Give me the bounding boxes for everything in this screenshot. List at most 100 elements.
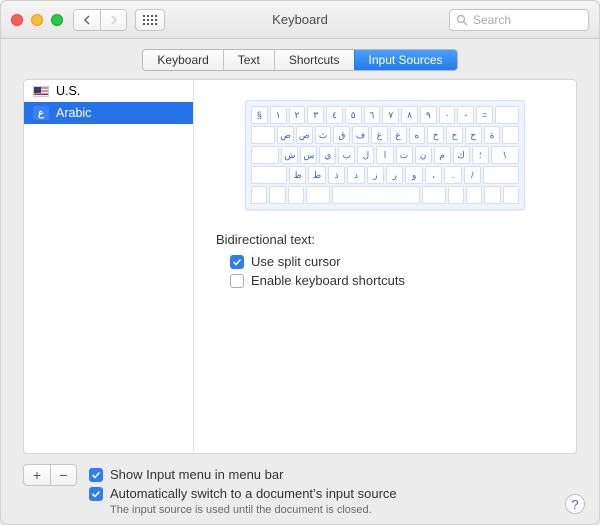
- key: ت: [396, 146, 413, 164]
- help-button[interactable]: ?: [565, 494, 585, 514]
- key: ج: [465, 126, 482, 144]
- search-placeholder: Search: [473, 13, 511, 27]
- key: ث: [315, 126, 332, 144]
- split-cursor-option[interactable]: Use split cursor: [216, 252, 560, 271]
- key: ز: [367, 166, 384, 184]
- key-arrow: [503, 186, 519, 204]
- add-remove-buttons: + −: [23, 464, 77, 486]
- titlebar: Keyboard Search: [1, 1, 599, 39]
- input-source-list: U.S. ع Arabic: [24, 80, 194, 453]
- traffic-lights: [11, 14, 63, 26]
- show-input-menu-option[interactable]: Show Input menu in menu bar: [89, 465, 577, 484]
- tab-input-sources[interactable]: Input Sources: [354, 50, 457, 70]
- zoom-window-button[interactable]: [51, 14, 63, 26]
- key: ة: [484, 126, 501, 144]
- key: ظ: [289, 166, 306, 184]
- close-window-button[interactable]: [11, 14, 23, 26]
- enable-shortcuts-checkbox[interactable]: [230, 274, 244, 288]
- key: ٩: [420, 106, 437, 124]
- nav-buttons: [73, 9, 127, 31]
- key: -: [457, 106, 474, 124]
- footer-options: Show Input menu in menu bar Automaticall…: [89, 464, 577, 516]
- auto-switch-checkbox[interactable]: [89, 487, 103, 501]
- auto-switch-option[interactable]: Automatically switch to a document’s inp…: [89, 484, 577, 503]
- tab-keyboard[interactable]: Keyboard: [143, 50, 222, 70]
- key: §: [251, 106, 268, 124]
- key-tab: [251, 126, 275, 144]
- key: ق: [333, 126, 350, 144]
- key: ٢: [289, 106, 306, 124]
- search-field[interactable]: Search: [449, 9, 589, 31]
- show-input-menu-label: Show Input menu in menu bar: [110, 467, 283, 482]
- key: ع: [390, 126, 407, 144]
- forward-button[interactable]: [100, 10, 126, 30]
- key: ٣: [307, 106, 324, 124]
- input-source-label: U.S.: [56, 84, 80, 98]
- key: ٧: [382, 106, 399, 124]
- bidirectional-heading: Bidirectional text:: [216, 232, 560, 247]
- show-input-menu-checkbox[interactable]: [89, 468, 103, 482]
- enable-shortcuts-label: Enable keyboard shortcuts: [251, 273, 405, 288]
- key-opt-right: [448, 186, 464, 204]
- key: ل: [357, 146, 374, 164]
- back-button[interactable]: [74, 10, 100, 30]
- key: ن: [415, 146, 432, 164]
- minimize-window-button[interactable]: [31, 14, 43, 26]
- key-cmd-left: [306, 186, 330, 204]
- key: [502, 126, 519, 144]
- split-cursor-checkbox[interactable]: [230, 255, 244, 269]
- key: ط: [308, 166, 325, 184]
- key: ١: [270, 106, 287, 124]
- key-return: \: [491, 146, 519, 164]
- show-all-button[interactable]: [135, 9, 165, 31]
- footer: + − Show Input menu in menu bar Automati…: [23, 464, 577, 516]
- key: ش: [281, 146, 298, 164]
- input-source-arabic[interactable]: ع Arabic: [24, 102, 193, 124]
- key: غ: [371, 126, 388, 144]
- arabic-icon: ع: [33, 106, 49, 120]
- key: ٠: [439, 106, 456, 124]
- key: ٤: [326, 106, 343, 124]
- key: ا: [376, 146, 393, 164]
- segmented-tabs: Keyboard Text Shortcuts Input Sources: [142, 49, 457, 71]
- input-source-us[interactable]: U.S.: [24, 80, 193, 102]
- key: ه: [409, 126, 426, 144]
- key: س: [300, 146, 317, 164]
- split-cursor-label: Use split cursor: [251, 254, 341, 269]
- key: ،: [425, 166, 442, 184]
- key: ذ: [328, 166, 345, 184]
- key: ر: [386, 166, 403, 184]
- source-detail: § ١ ٢ ٣ ٤ ٥ ٦ ٧ ٨ ٩ ٠ - = ض: [194, 80, 576, 453]
- key-backspace: [495, 106, 519, 124]
- key: و: [405, 166, 422, 184]
- key-space: [332, 186, 420, 204]
- auto-switch-label: Automatically switch to a document’s inp…: [110, 486, 397, 501]
- keyboard-prefs-window: Keyboard Search Keyboard Text Shortcuts …: [0, 0, 600, 525]
- key: /: [464, 166, 481, 184]
- window-title: Keyboard: [272, 12, 328, 27]
- main-panel: U.S. ع Arabic § ١ ٢ ٣ ٤ ٥ ٦ ٧ ٨ ٩: [23, 79, 577, 454]
- key-caps: [251, 146, 279, 164]
- key: .: [444, 166, 461, 184]
- key: ٥: [345, 106, 362, 124]
- key-fn: [251, 186, 267, 204]
- key: ٦: [364, 106, 381, 124]
- key: ؛: [472, 146, 489, 164]
- key: ف: [352, 126, 369, 144]
- enable-shortcuts-option[interactable]: Enable keyboard shortcuts: [216, 271, 560, 290]
- bidirectional-section: Bidirectional text: Use split cursor Ena…: [210, 232, 560, 290]
- search-icon: [456, 14, 468, 26]
- key-shift-left: [251, 166, 287, 184]
- key-arrow: [484, 186, 500, 204]
- key-shift-right: [483, 166, 519, 184]
- remove-source-button[interactable]: −: [50, 465, 76, 485]
- tab-text[interactable]: Text: [223, 50, 274, 70]
- us-flag-icon: [33, 86, 49, 97]
- add-source-button[interactable]: +: [24, 465, 50, 485]
- tab-shortcuts[interactable]: Shortcuts: [274, 50, 354, 70]
- key: م: [434, 146, 451, 164]
- tab-bar: Keyboard Text Shortcuts Input Sources: [1, 39, 599, 79]
- key-ctrl: [269, 186, 285, 204]
- key: =: [476, 106, 493, 124]
- key: ك: [453, 146, 470, 164]
